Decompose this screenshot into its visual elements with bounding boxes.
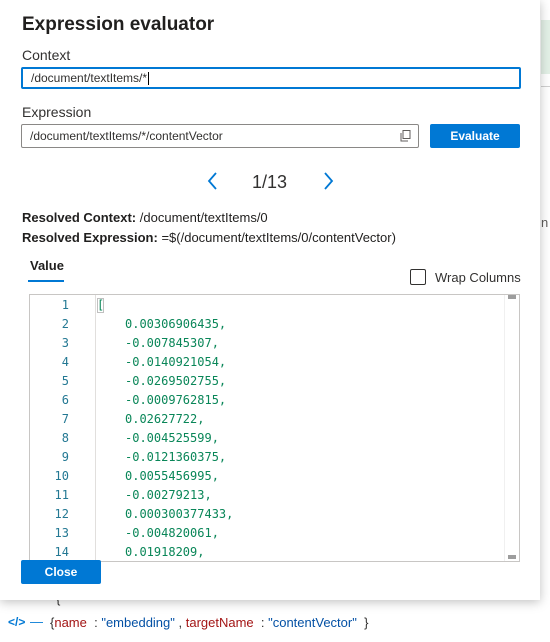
line-number: 7	[61, 412, 69, 426]
copy-icon[interactable]	[400, 130, 411, 142]
line-number: 2	[61, 317, 69, 331]
expression-input-value: /document/textItems/*/contentVector	[30, 129, 223, 143]
bracket-match-highlight	[97, 298, 104, 313]
resolved-context-label: Resolved Context:	[22, 210, 137, 225]
tree-connector-line: —	[30, 614, 43, 629]
pager-count: 1/13	[252, 172, 288, 192]
vector-value-line: -0.00279213,	[125, 488, 212, 502]
scrollbar-thumb-bottom[interactable]	[508, 555, 516, 559]
line-number: 1	[61, 298, 69, 312]
line-number: 11	[54, 488, 69, 502]
background-divider	[541, 86, 550, 87]
vector-value-line: 0.02627722,	[125, 412, 205, 426]
value-embedding: "embedding"	[101, 615, 175, 630]
key-target-name: targetName	[185, 615, 254, 630]
vector-value-line: -0.0121360375,	[125, 450, 227, 464]
code-view-icon[interactable]: </>	[8, 615, 25, 629]
code-area[interactable]: [0.00306906435, -0.007845307, -0.014092105…	[96, 295, 505, 561]
line-number: 3	[61, 336, 69, 350]
vector-value-line: 0.00306906435,	[125, 317, 227, 331]
result-pager: 1/13	[0, 170, 540, 194]
line-number-gutter: 1 2 3 4 5 6 7 8 9 10 11 12 13 14	[30, 295, 96, 561]
line-number: 13	[54, 526, 69, 540]
vector-value-line: 0.000300377433,	[125, 507, 234, 521]
vector-value-line: 0.01918209,	[125, 545, 205, 559]
dialog-title: Expression evaluator	[22, 14, 215, 35]
line-number: 12	[54, 507, 69, 521]
context-input-value: /document/textItems/*	[31, 71, 148, 85]
expression-evaluator-dialog: Expression evaluator Context /document/t…	[0, 0, 540, 600]
resolved-context-value: /document/textItems/0	[139, 210, 268, 225]
chevron-left-icon[interactable]	[205, 170, 221, 192]
vector-value-line: -0.0140921054,	[125, 355, 227, 369]
key-name: name	[54, 615, 87, 630]
line-number: 14	[54, 545, 69, 559]
line-number: 5	[61, 374, 69, 388]
chevron-right-icon[interactable]	[320, 170, 336, 192]
row-close-brace: }	[364, 615, 369, 630]
resolved-expression-value: =$(/document/textItems/0/contentVector)	[161, 230, 396, 245]
resolved-expression-label: Resolved Expression:	[22, 230, 158, 245]
value-editor[interactable]: 1 2 3 4 5 6 7 8 9 10 11 12 13 14 [0.00306906435, -0.00…	[29, 294, 520, 562]
scrollbar-thumb-top[interactable]	[508, 295, 516, 299]
tab-value[interactable]: Value	[30, 258, 64, 273]
expression-input[interactable]: /document/textItems/*/contentVector	[21, 124, 419, 148]
editor-scrollbar[interactable]	[504, 295, 519, 561]
line-number: 6	[61, 393, 69, 407]
line-number: 9	[61, 450, 69, 464]
expression-label: Expression	[22, 104, 92, 120]
vector-value-line: 0.0055456995,	[125, 469, 219, 483]
json-mapping-row: {name : "embedding" , targetName : "cont…	[50, 615, 369, 630]
wrap-columns-checkbox[interactable]	[410, 269, 426, 285]
line-number: 4	[61, 355, 69, 369]
vector-value-line: -0.004525599,	[125, 431, 219, 445]
vector-value-line: -0.004820061,	[125, 526, 219, 540]
evaluate-button[interactable]: Evaluate	[430, 124, 520, 148]
vector-value-line: -0.007845307,	[125, 336, 219, 350]
vector-value-line: -0.0269502755,	[125, 374, 227, 388]
tab-value-indicator	[28, 280, 64, 282]
text-caret	[148, 72, 150, 86]
context-input[interactable]: /document/textItems/*	[21, 67, 521, 89]
resolved-context: Resolved Context: /document/textItems/0	[22, 210, 268, 225]
close-button[interactable]: Close	[21, 560, 101, 584]
value-content-vector: "contentVector"	[268, 615, 357, 630]
resolved-expression: Resolved Expression: =$(/document/textIt…	[22, 230, 396, 245]
context-label: Context	[22, 47, 71, 63]
line-number: 10	[54, 469, 69, 483]
background-text-fragment: n	[541, 215, 549, 230]
wrap-columns-label: Wrap Columns	[435, 270, 521, 285]
line-number: 8	[61, 431, 69, 445]
vector-value-line: -0.0009762815,	[125, 393, 227, 407]
background-panel-strip	[541, 20, 550, 74]
